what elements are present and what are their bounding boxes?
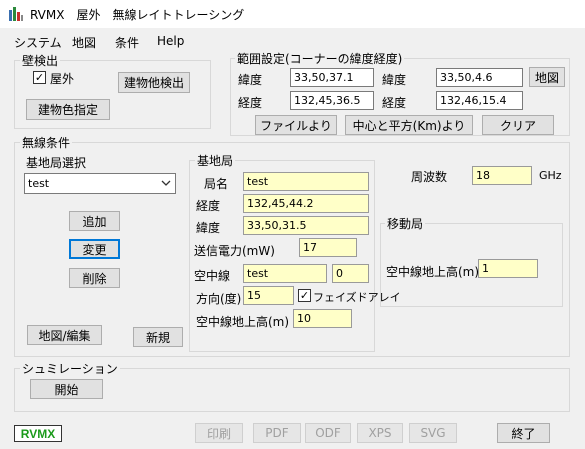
antenna-height-input[interactable]: 10	[293, 309, 352, 328]
exit-button[interactable]: 終了	[497, 423, 550, 443]
center-square-button[interactable]: 中心と平方(Km)より	[345, 115, 473, 135]
menu-conditions[interactable]: 条件	[115, 34, 139, 51]
lon-input-1[interactable]: 132,45,36.5	[290, 91, 374, 110]
map-edit-button[interactable]: 地図/編集	[27, 325, 102, 345]
clear-button[interactable]: クリア	[482, 115, 554, 135]
detect-buildings-button[interactable]: 建物他検出	[118, 72, 190, 93]
antenna-index-input[interactable]: 0	[332, 264, 369, 283]
phased-array-checkbox[interactable]: ✓	[298, 289, 311, 302]
frequency-unit: GHz	[539, 169, 562, 182]
pdf-button[interactable]: PDF	[253, 423, 301, 443]
station-lat-input[interactable]: 33,50,31.5	[243, 216, 369, 235]
lat-input-2[interactable]: 33,50,4.6	[436, 68, 523, 87]
direction-label: 方向(度)	[196, 292, 242, 306]
direction-input[interactable]: 15	[243, 286, 294, 305]
start-button[interactable]: 開始	[30, 379, 103, 399]
chevron-down-icon	[161, 180, 171, 186]
menu-system[interactable]: システム	[14, 34, 62, 51]
antenna-height-label: 空中線地上高(m)	[196, 315, 290, 329]
menu-map[interactable]: 地図	[72, 34, 96, 51]
frequency-label: 周波数	[411, 170, 448, 184]
lon-label-1: 経度	[238, 96, 263, 110]
lat-input-1[interactable]: 33,50,37.1	[290, 68, 374, 87]
base-station-title: 基地局	[195, 152, 236, 169]
range-title: 範囲設定(コーナーの緯度経度)	[235, 50, 405, 67]
mobile-height-label: 空中線地上高(m)	[386, 265, 480, 279]
add-button[interactable]: 追加	[69, 211, 120, 231]
lat-label-2: 緯度	[382, 73, 407, 87]
mobile-station-title: 移動局	[385, 215, 426, 232]
window-title: RVMX 屋外 無線レイトトレーシング	[30, 8, 245, 22]
station-lon-input[interactable]: 132,45,44.2	[243, 194, 369, 213]
print-button[interactable]: 印刷	[195, 423, 243, 443]
wall-detection-title: 壁検出	[20, 52, 61, 69]
antenna-label: 空中線	[194, 269, 231, 283]
outdoor-checkbox[interactable]: ✓	[33, 71, 46, 84]
change-button[interactable]: 変更	[69, 239, 120, 259]
outdoor-label: 屋外	[50, 72, 75, 86]
from-file-button[interactable]: ファイルより	[255, 115, 337, 135]
station-lon-label: 経度	[196, 199, 221, 213]
svg-button[interactable]: SVG	[409, 423, 457, 443]
building-color-button[interactable]: 建物色指定	[26, 99, 110, 120]
antenna-input[interactable]: test	[243, 264, 327, 283]
frequency-input[interactable]: 18	[472, 166, 532, 185]
station-name-label: 局名	[204, 177, 229, 191]
new-button[interactable]: 新規	[133, 327, 183, 347]
lat-label-1: 緯度	[238, 73, 263, 87]
station-lat-label: 緯度	[196, 221, 221, 235]
map-button[interactable]: 地図	[529, 67, 565, 87]
mobile-height-input[interactable]: 1	[478, 259, 538, 278]
delete-button[interactable]: 削除	[69, 268, 120, 288]
rvmx-badge: RVMX	[14, 425, 62, 442]
odf-button[interactable]: ODF	[305, 423, 351, 443]
lon-label-2: 経度	[382, 96, 407, 110]
station-select-label: 基地局選択	[26, 156, 87, 170]
station-name-input[interactable]: test	[243, 172, 369, 191]
xps-button[interactable]: XPS	[357, 423, 403, 443]
station-select[interactable]: test	[24, 173, 176, 194]
tx-power-label: 送信電力(mW)	[194, 244, 275, 258]
simulation-title: シュミレーション	[20, 360, 120, 377]
tx-power-input[interactable]: 17	[299, 238, 357, 257]
station-select-value: test	[28, 177, 50, 190]
lon-input-2[interactable]: 132,46,15.4	[436, 91, 523, 110]
radio-conditions-title: 無線条件	[20, 134, 73, 151]
app-logo-icon	[9, 7, 23, 21]
menu-help[interactable]: Help	[157, 34, 184, 48]
